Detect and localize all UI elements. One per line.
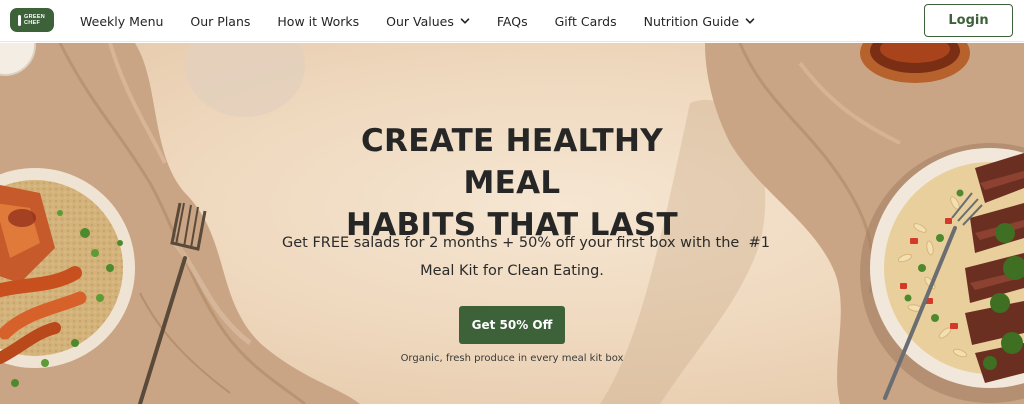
- nav-item-label: Weekly Menu: [80, 13, 164, 29]
- nav-item-label: Nutrition Guide: [643, 13, 740, 29]
- nav-item-label: FAQs: [496, 13, 528, 29]
- round-dish-shadow: [185, 43, 305, 117]
- nav-item-nutrition-guide[interactable]: Nutrition Guide: [644, 14, 755, 29]
- chevron-down-icon: [460, 18, 470, 24]
- login-button[interactable]: Login: [924, 4, 1013, 37]
- green-chef-logo[interactable]: GREEN CHEF: [10, 8, 54, 32]
- get-50-off-button[interactable]: Get 50% Off: [459, 306, 565, 344]
- nav-item-weekly-menu[interactable]: Weekly Menu: [80, 14, 163, 29]
- hero-subtext: Get FREE salads for 2 months + 50% off y…: [282, 229, 770, 285]
- logo-mark-icon: [18, 14, 21, 26]
- nav-item-gift-cards[interactable]: Gift Cards: [555, 14, 617, 29]
- nav-item-label: Our Values: [386, 13, 454, 29]
- top-navigation: GREEN CHEF Weekly Menu Our Plans How it …: [0, 0, 1024, 42]
- logo-text: GREEN CHEF: [24, 14, 46, 26]
- hero-subtext-line-1: Get FREE salads for 2 months + 50% off y…: [282, 235, 770, 251]
- nav-item-label: Gift Cards: [554, 13, 617, 29]
- hero-headline-line-1: CREATE HEALTHY MEAL: [361, 123, 663, 201]
- hero-caption: Organic, fresh produce in every meal kit…: [400, 353, 624, 364]
- nav-item-our-values[interactable]: Our Values: [386, 14, 470, 29]
- nav-item-label: How it Works: [277, 13, 360, 29]
- nav-item-label: Our Plans: [190, 13, 251, 29]
- hero-subtext-line-2: Meal Kit for Clean Eating.: [420, 263, 604, 279]
- nav-menu: Weekly Menu Our Plans How it Works Our V…: [80, 0, 755, 42]
- nav-item-our-plans[interactable]: Our Plans: [190, 14, 250, 29]
- nav-item-faqs[interactable]: FAQs: [497, 14, 528, 29]
- chevron-down-icon: [745, 18, 755, 24]
- hero-section: CREATE HEALTHY MEAL HABITS THAT LAST Get…: [0, 43, 1024, 404]
- nav-item-how-it-works[interactable]: How it Works: [277, 14, 359, 29]
- hero-headline: CREATE HEALTHY MEAL HABITS THAT LAST: [312, 120, 712, 246]
